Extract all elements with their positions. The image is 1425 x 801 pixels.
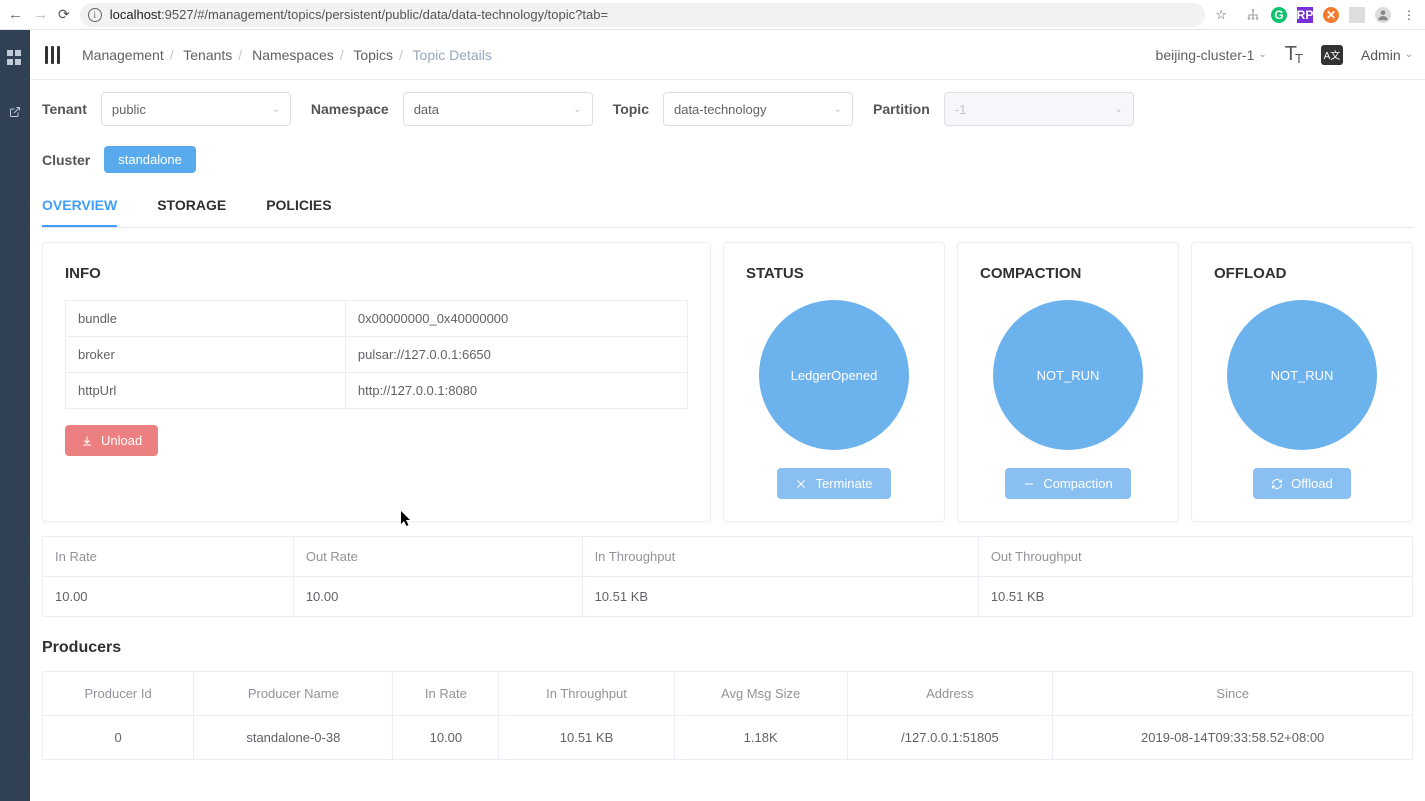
table-row: bundle0x00000000_0x40000000 [66,301,688,337]
cluster-tag[interactable]: standalone [104,146,196,173]
info-card: INFO bundle0x00000000_0x40000000 brokerp… [42,242,711,522]
download-icon [81,435,93,447]
minus-icon [1023,478,1035,490]
partition-label: Partition [873,101,930,117]
star-icon[interactable]: ☆ [1215,7,1227,23]
rate-header: Out Throughput [978,537,1412,577]
tenant-label: Tenant [42,101,87,117]
breadcrumb-current: Topic Details [413,47,492,63]
status-circle: LedgerOpened [759,300,909,450]
compaction-circle: NOT_RUN [993,300,1143,450]
status-card: STATUS LedgerOpened Terminate [723,242,945,522]
chevron-down-icon: ⌄ [573,104,581,115]
breadcrumb-item[interactable]: Topics [353,47,393,63]
tab-policies[interactable]: POLICIES [266,197,331,227]
ext-orange-icon[interactable]: ✕ [1323,7,1339,23]
chevron-down-icon: ⌄ [271,104,279,115]
back-icon[interactable]: ← [8,6,23,23]
rate-header: In Rate [43,537,294,577]
partition-select[interactable]: -1⌄ [944,92,1134,126]
sidebar [0,30,30,801]
chevron-down-icon: ⌄ [1405,49,1413,60]
font-size-icon[interactable]: TT [1285,43,1303,66]
topic-select[interactable]: data-technology⌄ [663,92,853,126]
namespace-label: Namespace [311,101,389,117]
compaction-button[interactable]: Compaction [1005,468,1130,499]
cluster-select[interactable]: beijing-cluster-1⌄ [1156,47,1267,63]
topic-label: Topic [613,101,649,117]
tab-storage[interactable]: STORAGE [157,197,226,227]
browser-chrome: ← → ⟳ i localhost:9527/#/management/topi… [0,0,1425,30]
table-row: 10.00 10.00 10.51 KB 10.51 KB [43,577,1413,617]
breadcrumb: Management/ Tenants/ Namespaces/ Topics/… [82,47,1156,63]
sitemap-icon[interactable] [1245,7,1261,23]
producers-table: Producer Id Producer Name In Rate In Thr… [42,671,1413,760]
rate-table: In Rate Out Rate In Throughput Out Throu… [42,536,1413,617]
tenant-select[interactable]: public⌄ [101,92,291,126]
chevron-down-icon: ⌄ [1114,104,1122,115]
info-table: bundle0x00000000_0x40000000 brokerpulsar… [65,300,688,409]
offload-title: OFFLOAD [1214,265,1287,282]
hamburger-icon[interactable] [42,46,62,64]
refresh-icon [1271,478,1283,490]
table-row: 0 standalone-0-38 10.00 10.51 KB 1.18K /… [43,716,1413,760]
language-icon[interactable]: A文 [1321,45,1343,65]
rate-header: Out Rate [293,537,582,577]
url-text: localhost:9527/#/management/topics/persi… [110,7,608,22]
chevron-down-icon: ⌄ [834,104,842,115]
info-title: INFO [65,265,688,282]
table-row: brokerpulsar://127.0.0.1:6650 [66,337,688,373]
breadcrumb-item[interactable]: Management [82,47,164,63]
close-icon [795,478,807,490]
rate-header: In Throughput [582,537,978,577]
ext-rp-icon[interactable]: RP [1297,7,1313,23]
external-link-icon[interactable] [9,106,21,121]
compaction-title: COMPACTION [980,265,1081,282]
compaction-card: COMPACTION NOT_RUN Compaction [957,242,1179,522]
chevron-down-icon: ⌄ [1258,49,1266,60]
dashboard-icon[interactable] [7,50,23,66]
address-bar[interactable]: i localhost:9527/#/management/topics/per… [80,3,1206,27]
breadcrumb-item[interactable]: Tenants [183,47,232,63]
tab-overview[interactable]: OVERVIEW [42,197,117,227]
breadcrumb-item[interactable]: Namespaces [252,47,334,63]
user-menu[interactable]: Admin⌄ [1361,47,1413,63]
site-info-icon[interactable]: i [88,8,102,22]
reload-icon[interactable]: ⟳ [58,6,70,23]
topbar: Management/ Tenants/ Namespaces/ Topics/… [30,30,1425,80]
unload-button[interactable]: Unload [65,425,158,456]
offload-button[interactable]: Offload [1253,468,1351,499]
filters-row: Tenant public⌄ Namespace data⌄ Topic dat… [42,92,1413,126]
terminate-button[interactable]: Terminate [777,468,890,499]
offload-card: OFFLOAD NOT_RUN Offload [1191,242,1413,522]
profile-avatar[interactable] [1375,7,1391,23]
browser-menu-icon[interactable]: ⋮ [1401,7,1417,23]
namespace-select[interactable]: data⌄ [403,92,593,126]
ext-green-icon[interactable]: G [1271,7,1287,23]
status-title: STATUS [746,265,804,282]
offload-circle: NOT_RUN [1227,300,1377,450]
cluster-label: Cluster [42,152,90,168]
table-row: httpUrlhttp://127.0.0.1:8080 [66,373,688,409]
tabs: OVERVIEW STORAGE POLICIES [42,197,1413,228]
producers-title: Producers [42,639,1413,657]
forward-icon[interactable]: → [33,6,48,23]
